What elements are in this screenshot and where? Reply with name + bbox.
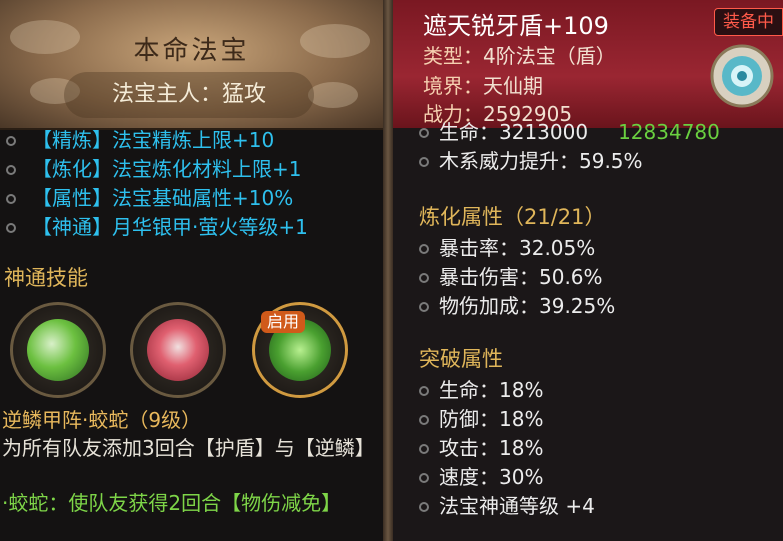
realm-label: 境界：	[423, 74, 483, 98]
attr-row: 生命：18%	[393, 376, 783, 405]
equipment-title: 遮天锐牙盾+109	[423, 12, 609, 40]
attr-value: 50.6%	[539, 265, 603, 289]
equipment-header: 遮天锐牙盾+109 装备中 类型：4阶法宝（盾） 境界：天仙期 战力：25929…	[393, 0, 783, 128]
effect-item: 【炼化】法宝炼化材料上限+1	[0, 155, 383, 184]
equipment-detail-panel: 遮天锐牙盾+109 装备中 类型：4阶法宝（盾） 境界：天仙期 战力：25929…	[393, 0, 783, 541]
attr-row: 生命：3213000 12834780	[393, 118, 783, 147]
skills-title: 神通技能	[4, 266, 88, 290]
equipped-badge: 装备中	[714, 8, 783, 36]
attr-extra: 12834780	[618, 120, 720, 144]
attr-row: 暴击伤害：50.6%	[393, 263, 783, 292]
attr-label: 防御：	[439, 407, 499, 431]
attr-value: 59.5%	[579, 149, 643, 173]
active-badge: 启用	[261, 311, 306, 333]
attr-row: 防御：18%	[393, 405, 783, 434]
attr-row: 速度：30%	[393, 463, 783, 492]
effect-text: 【精炼】法宝精炼上限+10	[32, 128, 275, 152]
attr-label: 法宝神通等级	[439, 494, 559, 518]
attr-row: 暴击率：32.05%	[393, 234, 783, 263]
refine-attributes: 炼化属性（21/21） 暴击率：32.05% 暴击伤害：50.6% 物伤加成：3…	[393, 200, 783, 321]
attr-row: 木系威力提升：59.5%	[393, 147, 783, 176]
realm-line: 境界：天仙期	[423, 70, 543, 99]
attr-label: 暴击率：	[439, 236, 519, 260]
green-spiral-skill-icon	[27, 319, 89, 381]
shield-gem-icon	[710, 44, 774, 108]
attr-value: 3213000	[499, 120, 589, 144]
bullet-icon	[6, 136, 16, 146]
attr-label: 物伤加成：	[439, 294, 539, 318]
attr-label: 生命：	[439, 378, 499, 402]
attr-row: 攻击：18%	[393, 434, 783, 463]
attr-label: 生命：	[439, 120, 499, 144]
bullet-icon	[419, 473, 429, 483]
bullet-icon	[419, 444, 429, 454]
type-value: 4阶法宝（盾）	[483, 44, 616, 68]
skill-extra-effect: ·蛟蛇：使队友获得2回合【物伤减免】	[2, 491, 342, 515]
effect-item: 【神通】月华银甲·萤火等级+1	[0, 213, 383, 242]
header-plaque: 本命法宝 法宝主人：猛攻	[0, 0, 383, 130]
attr-value: 39.25%	[539, 294, 616, 318]
attr-row: 物伤加成：39.25%	[393, 292, 783, 321]
bullet-icon	[419, 502, 429, 512]
attr-value: 32.05%	[519, 236, 596, 260]
panel-title: 本命法宝	[133, 36, 250, 66]
attr-label: 暴击伤害：	[439, 265, 539, 289]
effect-item: 【属性】法宝基础属性+10%	[0, 184, 383, 213]
bullet-icon	[419, 415, 429, 425]
red-spider-skill-icon	[147, 319, 209, 381]
skill-slot-1[interactable]	[10, 302, 106, 398]
effect-item: 【精炼】法宝精炼上限+10	[0, 126, 383, 155]
attr-value: 30%	[499, 465, 544, 489]
realm-value: 天仙期	[483, 74, 543, 98]
bullet-icon	[6, 194, 16, 204]
attr-label: 木系威力提升：	[439, 149, 579, 173]
skills-row: 启用	[0, 300, 383, 400]
base-attributes: 生命：3213000 12834780 木系威力提升：59.5%	[393, 118, 783, 176]
bullet-icon	[419, 386, 429, 396]
effect-text: 【神通】月华银甲·萤火等级+1	[32, 215, 308, 239]
effect-text: 【炼化】法宝炼化材料上限+1	[32, 157, 302, 181]
effects-list: 【精炼】法宝精炼上限+10 【炼化】法宝炼化材料上限+1 【属性】法宝基础属性+…	[0, 126, 383, 242]
attr-value: 18%	[499, 436, 544, 460]
bullet-icon	[419, 157, 429, 167]
refine-title: 炼化属性（21/21）	[419, 205, 606, 229]
bullet-icon	[419, 244, 429, 254]
attr-value: 18%	[499, 378, 544, 402]
skill-slot-2[interactable]	[130, 302, 226, 398]
attr-value: +4	[565, 494, 595, 518]
breakthrough-title: 突破属性	[419, 347, 503, 371]
panel-divider	[383, 0, 393, 541]
owner-label: 法宝主人：猛攻	[64, 72, 314, 118]
breakthrough-attributes: 突破属性 生命：18% 防御：18% 攻击：18% 速度：30% 法宝神通等级 …	[393, 342, 783, 521]
skill-slot-3[interactable]: 启用	[252, 302, 348, 398]
bullet-icon	[419, 273, 429, 283]
bullet-icon	[6, 223, 16, 233]
skill-name: 逆鳞甲阵·蛟蛇（9级）	[2, 408, 202, 432]
bullet-icon	[6, 165, 16, 175]
attr-row: 法宝神通等级 +4	[393, 492, 783, 521]
attr-value: 18%	[499, 407, 544, 431]
attr-label: 攻击：	[439, 436, 499, 460]
effect-text: 【属性】法宝基础属性+10%	[32, 186, 294, 210]
bullet-icon	[419, 302, 429, 312]
attr-label: 速度：	[439, 465, 499, 489]
treasure-info-panel: 本命法宝 法宝主人：猛攻 【精炼】法宝精炼上限+10 【炼化】法宝炼化材料上限+…	[0, 0, 383, 541]
bullet-icon	[419, 128, 429, 138]
type-label: 类型：	[423, 44, 483, 68]
skill-description: 为所有队友添加3回合【护盾】与【逆鳞】	[2, 436, 375, 460]
type-line: 类型：4阶法宝（盾）	[423, 40, 616, 69]
